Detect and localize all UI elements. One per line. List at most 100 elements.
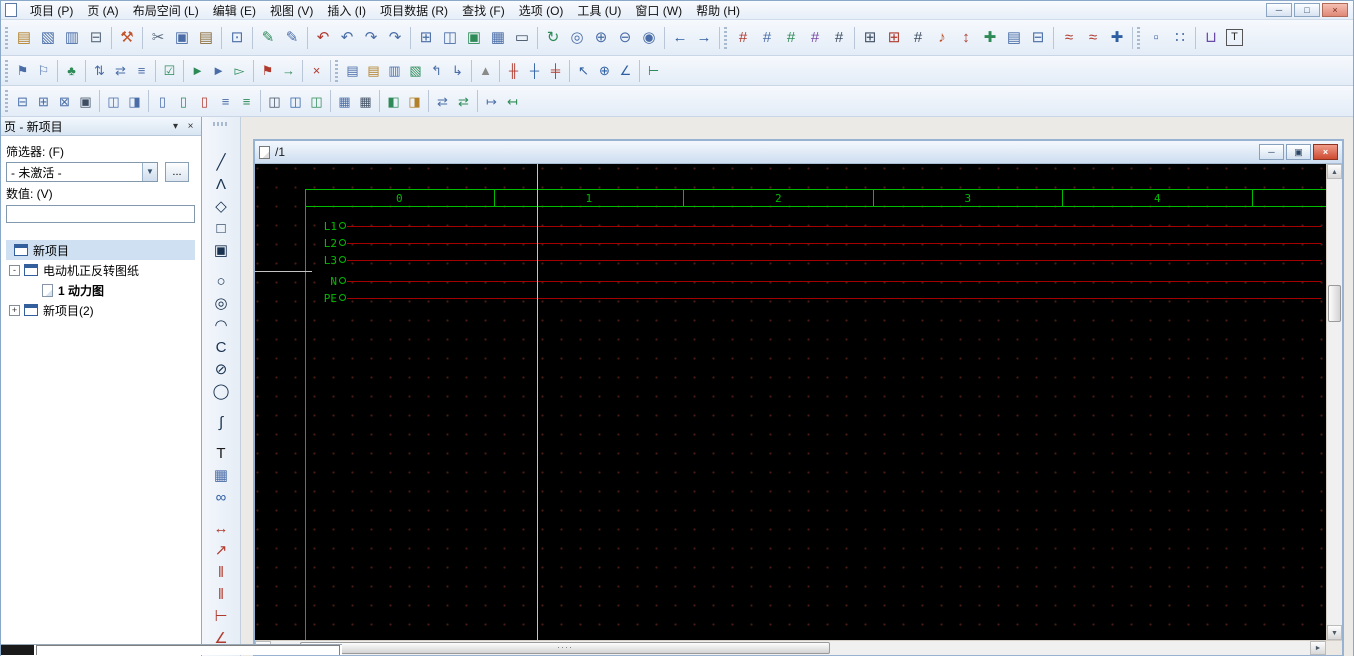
drawing-minimize-button[interactable]: ─: [1259, 144, 1284, 160]
scroll-up-icon[interactable]: ▲: [1327, 164, 1342, 179]
new-page-button[interactable]: ▤: [12, 26, 36, 50]
plc-address-button[interactable]: ◫: [285, 91, 306, 112]
drawing-close-button[interactable]: ×: [1313, 144, 1338, 160]
filter-combobox[interactable]: - 未激活 - ▼: [6, 162, 158, 182]
page-preview-button[interactable]: ▣: [462, 26, 486, 50]
monitor-view-button[interactable]: ▭: [510, 26, 534, 50]
plc-box-button[interactable]: ◫: [264, 91, 285, 112]
corner-tool-button[interactable]: ∠: [615, 60, 636, 81]
back-button[interactable]: ←: [668, 26, 692, 50]
window-macro-button[interactable]: ▤: [363, 60, 384, 81]
combo-dropdown-icon[interactable]: ▼: [142, 163, 157, 181]
check-project-button[interactable]: ☑: [159, 60, 180, 81]
undo-list-button[interactable]: ↶: [335, 26, 359, 50]
connection-node-button[interactable]: ╫: [503, 60, 524, 81]
report-generate-button[interactable]: ▻: [229, 60, 250, 81]
maximize-button[interactable]: □: [1294, 3, 1320, 17]
device-assign-button[interactable]: ◨: [124, 91, 145, 112]
terminal-edit-button[interactable]: ▯: [194, 91, 215, 112]
dim-aligned-button[interactable]: ↗: [209, 540, 233, 562]
horizontal-scrollbar[interactable]: ◄ ···· ►: [255, 640, 1342, 655]
export-page-data-button[interactable]: ↦: [481, 91, 502, 112]
macro-box-button[interactable]: ▧: [405, 60, 426, 81]
dim-baseline-button[interactable]: ‖: [209, 584, 233, 606]
grid-display-button[interactable]: ⊞: [858, 26, 882, 50]
goto-prev-flag-button[interactable]: ⚐: [33, 60, 54, 81]
page-macro-button[interactable]: ▤: [342, 60, 363, 81]
symbol-macro-button[interactable]: ▥: [384, 60, 405, 81]
dim-radius-button[interactable]: ⊢: [209, 606, 233, 628]
object-snap-button[interactable]: ✚: [978, 26, 1002, 50]
signal-wave-1-button[interactable]: ≈: [1057, 26, 1081, 50]
menu-project-data[interactable]: 项目数据 (R): [373, 1, 455, 20]
swap-order-button[interactable]: ⇄: [110, 60, 131, 81]
potential-tracking-button[interactable]: ◨: [404, 91, 425, 112]
toolbar-grip[interactable]: [5, 27, 8, 49]
snap-grid-1-button[interactable]: #: [731, 26, 755, 50]
black-box-button[interactable]: ▣: [75, 91, 96, 112]
ruler-marker-button[interactable]: ↕: [954, 26, 978, 50]
menu-page[interactable]: 页 (A): [80, 1, 125, 20]
settings-wrench-button[interactable]: ⚒: [115, 26, 139, 50]
draw-polyline-button[interactable]: Λ: [209, 174, 233, 196]
design-mode-button[interactable]: ✚: [1105, 26, 1129, 50]
toolbar-grip[interactable]: [5, 60, 8, 82]
angle-pointer-button[interactable]: ↖: [573, 60, 594, 81]
parts-cart-button[interactable]: ⊔: [1199, 26, 1223, 50]
toolbar-grip[interactable]: [5, 90, 8, 112]
insert-table-button[interactable]: ▦: [486, 26, 510, 50]
bundle-connection-button[interactable]: ◧: [383, 91, 404, 112]
draw-line-button[interactable]: ╱: [209, 152, 233, 174]
draw-polygon-button[interactable]: ◇: [209, 196, 233, 218]
scatter-align-button[interactable]: ∷: [1168, 26, 1192, 50]
draw-circle-button[interactable]: ○: [209, 271, 233, 293]
refresh-button[interactable]: ↻: [541, 26, 565, 50]
print-button[interactable]: ⊟: [84, 26, 108, 50]
weight-anchor-button[interactable]: ▲: [475, 60, 496, 81]
collapse-box-button[interactable]: ⊟: [1026, 26, 1050, 50]
menu-project[interactable]: 项目 (P): [23, 1, 80, 20]
zoom-window-button[interactable]: ◎: [565, 26, 589, 50]
shield-definition-button[interactable]: ≡: [236, 91, 257, 112]
menu-help[interactable]: 帮助 (H): [689, 1, 747, 20]
import-page-data-button[interactable]: ↤: [502, 91, 523, 112]
vertical-scrollbar[interactable]: ▲ ▼: [1326, 164, 1342, 640]
filter-browse-button[interactable]: ...: [165, 162, 189, 182]
jump-to-grid-button[interactable]: ♪: [930, 26, 954, 50]
insert-link-arrow-button[interactable]: →: [278, 60, 299, 81]
page-copy-button[interactable]: ▥: [60, 26, 84, 50]
panel-close-icon[interactable]: ×: [183, 121, 198, 132]
draw-ellipse-button[interactable]: ◯: [209, 381, 233, 403]
insert-text-button[interactable]: T: [209, 443, 233, 465]
snap-grid-5-button[interactable]: #: [827, 26, 851, 50]
menu-edit[interactable]: 编辑 (E): [206, 1, 263, 20]
copy-button[interactable]: ▣: [170, 26, 194, 50]
draw-circle-3point-button[interactable]: ◎: [209, 293, 233, 315]
select-region-button[interactable]: ⊡: [225, 26, 249, 50]
menu-tools[interactable]: 工具 (U): [570, 1, 628, 20]
terminal-strip-navigator-button[interactable]: ⊞: [33, 91, 54, 112]
macro-import-button[interactable]: ↳: [447, 60, 468, 81]
snap-grid-2-button[interactable]: #: [755, 26, 779, 50]
drawing-window-titlebar[interactable]: /1 ─▣×: [255, 141, 1342, 164]
macro-export-button[interactable]: ↰: [426, 60, 447, 81]
draw-sector-button[interactable]: ⊘: [209, 359, 233, 381]
value-input[interactable]: [6, 205, 195, 223]
insert-symbol-button[interactable]: ♣: [61, 60, 82, 81]
panel-bottom-tab[interactable]: [36, 645, 340, 655]
tree-expander[interactable]: +: [9, 305, 20, 316]
number-list-button[interactable]: ≡: [131, 60, 152, 81]
page-navigator-button[interactable]: ▦: [334, 91, 355, 112]
paste-button[interactable]: ▤: [194, 26, 218, 50]
close-button[interactable]: ×: [1322, 3, 1348, 17]
renumber-pages-button[interactable]: ⇅: [89, 60, 110, 81]
connection-break-button[interactable]: ╪: [545, 60, 566, 81]
zoom-100-button[interactable]: ◉: [637, 26, 661, 50]
text-frame-button[interactable]: ▤: [1002, 26, 1026, 50]
horizontal-scroll-thumb[interactable]: ····: [300, 642, 830, 654]
menu-view[interactable]: 视图 (V): [263, 1, 320, 20]
draw-arc-3point-button[interactable]: C: [209, 337, 233, 359]
plug-navigator-button[interactable]: ⊠: [54, 91, 75, 112]
snap-grid-4-button[interactable]: #: [803, 26, 827, 50]
insert-interruption-point-button[interactable]: ⚑: [257, 60, 278, 81]
